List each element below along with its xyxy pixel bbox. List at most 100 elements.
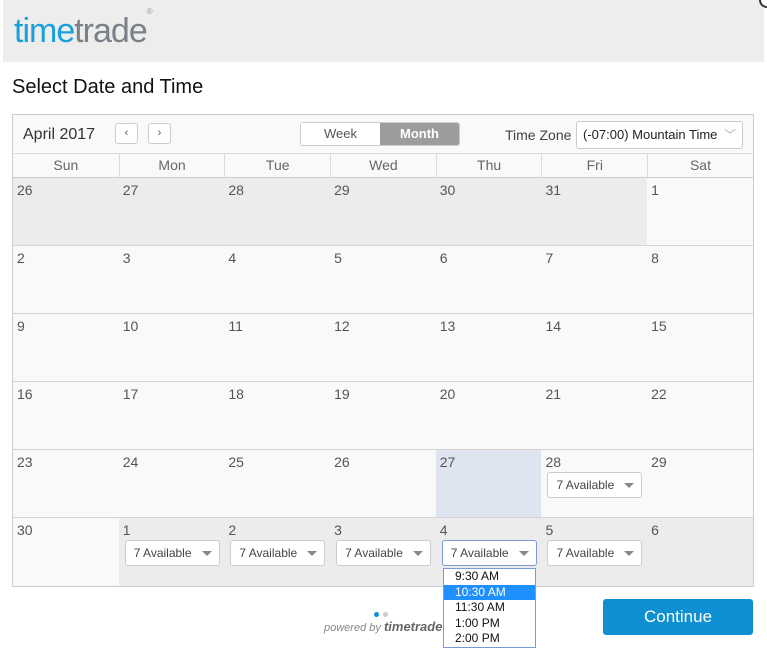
time-slot-dropdown[interactable]: 9:30 AM 10:30 AM 11:30 AM 1:00 PM 2:00 PM — [443, 568, 536, 648]
prev-month-button[interactable]: ‹ — [115, 123, 138, 144]
day-number: 6 — [651, 522, 659, 538]
caret-down-icon — [307, 551, 318, 556]
calendar-day-cell[interactable]: 1 — [647, 178, 753, 245]
calendar-day-cell[interactable]: 5 — [330, 246, 436, 313]
page-dot[interactable] — [383, 612, 388, 617]
calendar-day-cell[interactable]: 8 — [647, 246, 753, 313]
calendar-day-cell[interactable]: 29 — [647, 450, 753, 517]
day-number: 21 — [545, 386, 562, 402]
calendar-day-cell[interactable]: 15 — [647, 314, 753, 381]
day-number: 5 — [334, 250, 342, 266]
page-dot[interactable] — [374, 612, 379, 617]
calendar-day-cell[interactable]: 16 — [13, 382, 119, 449]
calendar-day-cell[interactable]: 31 — [541, 178, 648, 245]
time-option[interactable]: 9:30 AM — [444, 569, 535, 585]
calendar: April 2017 ‹ › Week Month Time Zone (-07… — [12, 114, 754, 587]
calendar-day-cell[interactable]: 22 — [647, 382, 753, 449]
calendar-day-cell[interactable]: 19 — [330, 382, 436, 449]
calendar-day-cell[interactable]: 12 — [330, 314, 436, 381]
calendar-day-cell[interactable]: 9 — [13, 314, 119, 381]
powered-brand: timetrade — [383, 619, 443, 634]
availability-select[interactable]: 7 Available — [547, 472, 643, 498]
day-number: 14 — [545, 318, 562, 334]
calendar-day-cell[interactable]: 27 — [118, 178, 225, 245]
timetrade-logo: timetrade® — [14, 6, 153, 50]
timezone-select[interactable]: (-07:00) Mountain Time ﹀ — [576, 121, 743, 149]
calendar-grid: Sun Mon Tue Wed Thu Fri Sat 26 27 28 29 30 31 1 2 3 4 5 6… — [13, 153, 753, 586]
day-number: 23 — [17, 454, 33, 470]
calendar-week-row: 30 1 7 Available 2 7 Available 3 7 Available 4 7… — [13, 518, 753, 586]
day-number: 4 — [228, 250, 237, 266]
calendar-day-cell[interactable]: 13 — [436, 314, 542, 381]
availability-select[interactable]: 7 Available — [336, 540, 432, 566]
calendar-day-cell[interactable]: 2 — [13, 246, 119, 313]
availability-select[interactable]: 7 Available — [547, 540, 643, 566]
calendar-week-row: 2 3 4 5 6 7 8 — [13, 246, 753, 314]
day-number: 18 — [228, 386, 244, 402]
calendar-day-cell[interactable]: 21 — [541, 382, 647, 449]
calendar-day-cell[interactable]: 29 — [330, 178, 436, 245]
calendar-day-cell[interactable]: 14 — [541, 314, 647, 381]
powered-by: powered by timetrade — [324, 619, 443, 634]
calendar-day-cell[interactable]: 3 — [119, 246, 225, 313]
calendar-day-cell[interactable]: 25 — [224, 450, 330, 517]
time-option[interactable]: 10:30 AM — [444, 584, 535, 600]
day-number: 30 — [439, 182, 456, 198]
availability-select[interactable]: 7 Available — [441, 540, 537, 566]
day-number: 28 — [228, 182, 244, 198]
timezone-label: Time Zone — [505, 127, 572, 143]
calendar-day-cell[interactable]: 6 — [436, 246, 542, 313]
calendar-day-cell[interactable]: 27 — [435, 450, 542, 517]
calendar-day-cell[interactable]: 4 — [224, 246, 330, 313]
time-option[interactable]: 1:00 PM — [444, 616, 535, 632]
calendar-day-cell[interactable]: 17 — [119, 382, 225, 449]
calendar-day-cell[interactable]: 26 — [330, 450, 436, 517]
month-label: April 2017 — [23, 126, 96, 143]
calendar-day-cell[interactable]: 6 — [647, 518, 753, 586]
calendar-week-row: 26 27 28 29 30 31 1 — [13, 178, 753, 246]
day-number: 26 — [17, 182, 33, 198]
calendar-day-cell[interactable]: 30 — [13, 518, 119, 586]
calendar-day-cell[interactable]: 26 — [13, 178, 119, 245]
day-number: 25 — [228, 454, 244, 470]
continue-button[interactable]: Continue — [603, 599, 753, 635]
calendar-day-cell[interactable]: 2 7 Available — [224, 518, 331, 586]
day-number: 8 — [651, 250, 659, 266]
calendar-day-cell[interactable]: 10 — [119, 314, 225, 381]
next-month-button[interactable]: › — [148, 123, 171, 144]
time-option[interactable]: 11:30 AM — [444, 600, 535, 616]
tab-week[interactable]: Week — [301, 123, 380, 145]
calendar-day-cell[interactable]: 18 — [224, 382, 330, 449]
availability-select[interactable]: 7 Available — [124, 540, 220, 566]
time-option[interactable]: 2:00 PM — [444, 631, 535, 647]
day-number: 5 — [545, 522, 554, 538]
day-number: 17 — [122, 386, 139, 402]
calendar-day-cell[interactable]: 24 — [119, 450, 225, 517]
tab-month[interactable]: Month — [380, 123, 459, 145]
calendar-day-cell[interactable]: 3 7 Available — [330, 518, 436, 586]
calendar-day-cell[interactable]: 28 — [224, 178, 331, 245]
calendar-week-row: 9 10 11 12 13 14 15 — [13, 314, 753, 382]
caret-down-icon — [518, 551, 529, 556]
calendar-day-cell[interactable]: 30 — [435, 178, 542, 245]
day-number: 3 — [334, 522, 342, 538]
day-of-week-thu: Thu — [435, 154, 542, 177]
day-number: 13 — [439, 318, 456, 334]
calendar-day-cell[interactable]: 7 — [541, 246, 647, 313]
calendar-day-cell[interactable]: 1 7 Available — [118, 518, 225, 586]
calendar-day-cell[interactable]: 23 — [13, 450, 119, 517]
day-number: 31 — [545, 182, 562, 198]
calendar-day-cell[interactable]: 20 — [436, 382, 542, 449]
day-of-week-sat: Sat — [647, 154, 753, 177]
calendar-day-cell[interactable]: 5 7 Available — [541, 518, 648, 586]
day-number: 10 — [122, 318, 139, 334]
day-number: 15 — [651, 318, 667, 334]
availability-select[interactable]: 7 Available — [230, 540, 326, 566]
chevron-left-icon: ‹ — [124, 127, 129, 139]
calendar-day-cell[interactable]: 11 — [224, 314, 330, 381]
day-number: 29 — [334, 182, 350, 198]
day-of-week-tue: Tue — [224, 154, 330, 177]
day-number: 7 — [545, 250, 554, 266]
day-number: 1 — [122, 522, 131, 538]
calendar-day-cell[interactable]: 28 7 Available — [541, 450, 647, 517]
